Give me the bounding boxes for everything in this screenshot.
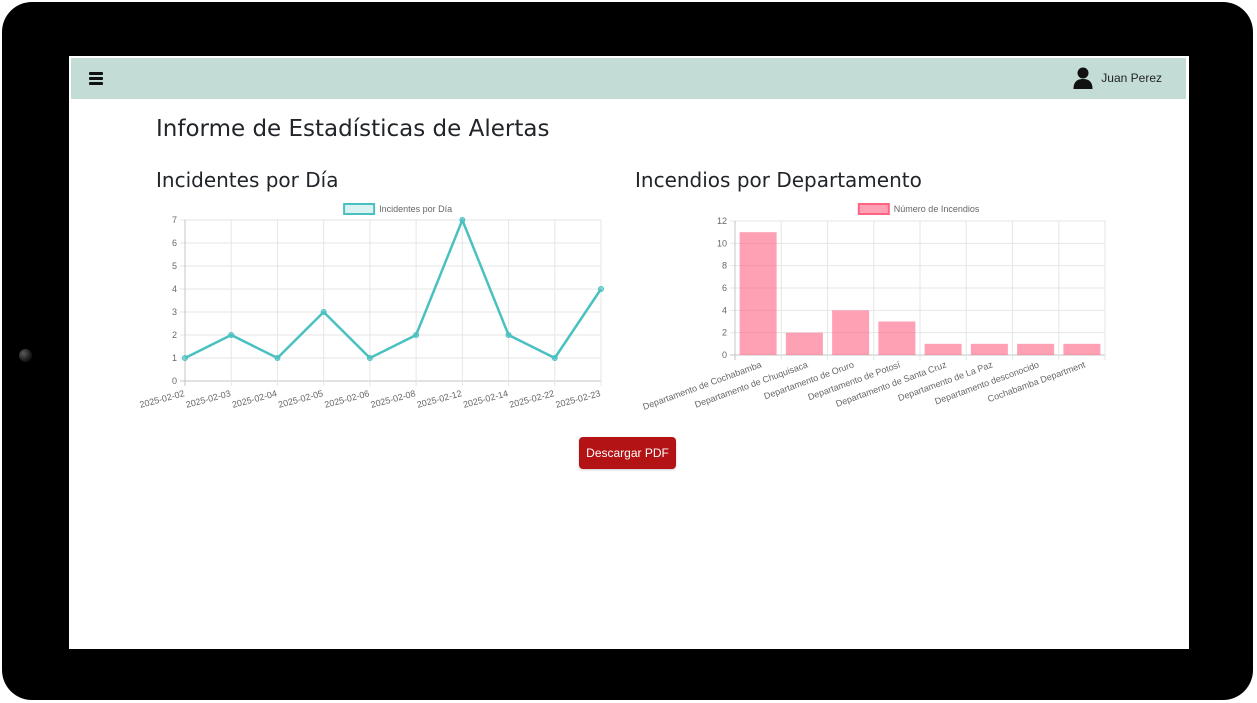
line-ytick-label: 4 (172, 284, 177, 294)
bar-chart-title: Incendios por Departamento (635, 168, 922, 192)
line-ytick-label: 7 (172, 215, 177, 225)
line-ytick-label: 5 (172, 261, 177, 271)
line-point (551, 355, 558, 361)
bar-legend-swatch (857, 203, 890, 215)
bar-fires (878, 321, 916, 355)
bar-fires (1017, 343, 1055, 355)
line-legend-label: Incidentes por Día (379, 204, 452, 214)
line-xtick-label: 2025-02-02 (138, 388, 185, 410)
bar-ytick-label: 2 (722, 328, 727, 338)
line-xtick-label: 2025-02-04 (231, 388, 278, 410)
fires-bar-chart: 024681012Departamento de CochabambaDepar… (641, 203, 1106, 412)
bar-fires (785, 332, 823, 355)
line-point (598, 286, 604, 292)
bar-legend-label: Número de Incendios (894, 204, 980, 214)
tablet-frame: Juan Perez Informe de Estadísticas de Al… (2, 2, 1253, 700)
user-name: Juan Perez (1101, 71, 1162, 85)
line-ytick-label: 2 (172, 330, 177, 340)
line-xtick-label: 2025-02-22 (508, 388, 555, 410)
app-screen: Juan Perez Informe de Estadísticas de Al… (69, 56, 1189, 649)
line-xtick-label: 2025-02-06 (323, 388, 370, 410)
bar-ytick-label: 10 (717, 238, 727, 248)
line-point (505, 332, 512, 338)
bar-fires (924, 343, 962, 355)
line-point (413, 332, 420, 338)
hamburger-icon[interactable] (89, 72, 103, 85)
line-ytick-label: 1 (172, 353, 177, 363)
bar-ytick-label: 12 (717, 216, 727, 226)
bar-fires (970, 343, 1008, 355)
line-point (182, 355, 188, 361)
line-point (274, 355, 281, 361)
bar-fires (739, 232, 777, 355)
page-title: Informe de Estadísticas de Alertas (156, 116, 550, 142)
top-navbar: Juan Perez (71, 58, 1186, 99)
download-pdf-button[interactable]: Descargar PDF (579, 437, 676, 469)
line-point (320, 309, 327, 315)
bar-ytick-label: 0 (722, 350, 727, 360)
line-xtick-label: 2025-02-12 (416, 388, 463, 410)
line-xtick-label: 2025-02-05 (277, 388, 324, 410)
user-icon (1073, 67, 1093, 89)
line-xtick-label: 2025-02-23 (554, 388, 601, 410)
line-point (228, 332, 235, 338)
bar-fires (832, 310, 870, 355)
line-xtick-label: 2025-02-08 (370, 388, 417, 410)
camera-lens (19, 349, 32, 362)
incidents-line-chart: 012345672025-02-02 2025-02-03 2025-02-04 20… (138, 203, 604, 410)
line-ytick-label: 0 (172, 376, 177, 386)
bar-ytick-label: 6 (722, 283, 727, 293)
line-xtick-label: 2025-02-14 (462, 388, 509, 410)
line-chart-title: Incidentes por Día (156, 168, 339, 192)
bar-ytick-label: 4 (722, 305, 727, 315)
line-point (459, 217, 466, 223)
line-ytick-label: 6 (172, 238, 177, 248)
line-legend-swatch (343, 203, 376, 215)
line-point (366, 355, 373, 361)
bar-fires (1063, 343, 1101, 355)
line-ytick-label: 3 (172, 307, 177, 317)
bar-ytick-label: 8 (722, 261, 727, 271)
user-menu[interactable]: Juan Perez (1073, 66, 1162, 90)
line-xtick-label: 2025-02-03 (185, 388, 232, 410)
